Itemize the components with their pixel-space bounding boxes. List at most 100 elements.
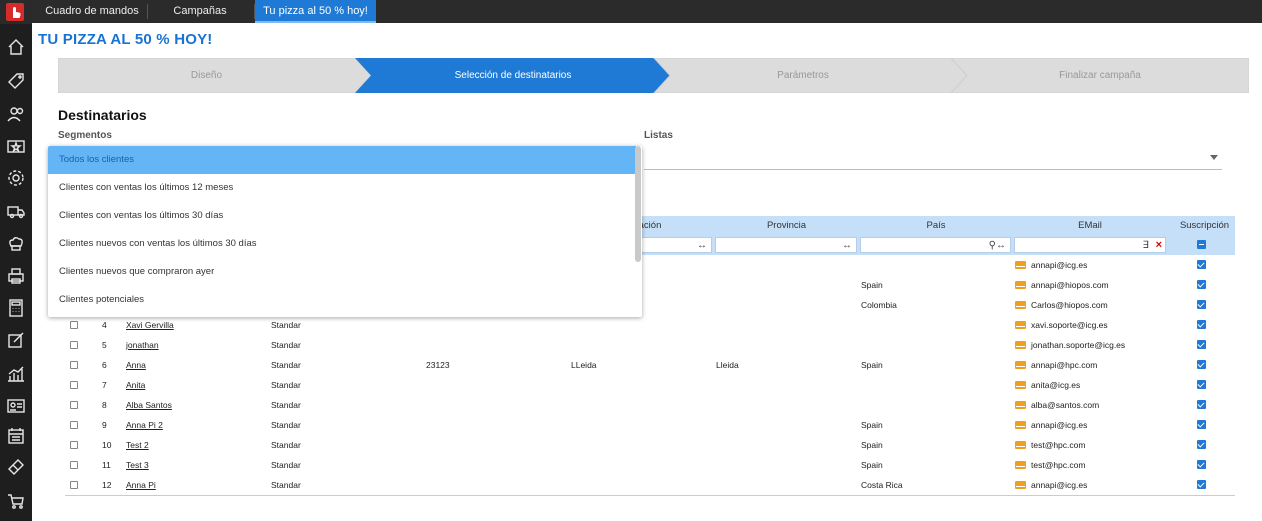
row-checkbox[interactable]	[70, 381, 78, 389]
subscription-checkbox[interactable]	[1197, 400, 1206, 409]
cart-icon[interactable]	[6, 491, 26, 511]
dropdown-option[interactable]: Clientes con ventas los últimos 12 meses	[48, 174, 636, 202]
edit-icon[interactable]	[6, 330, 26, 350]
email-cell: annapi@icg.es	[1031, 420, 1088, 430]
id-card-icon[interactable]	[6, 396, 26, 416]
email-cell: test@hpc.com	[1031, 440, 1086, 450]
table-row[interactable]: 9 Anna Pi 2 Standar Spain annapi@icg.es	[65, 415, 1235, 435]
subscription-checkbox[interactable]	[1197, 360, 1206, 369]
grid-header: ación Provincia País EMail Suscripción	[630, 216, 1235, 235]
table-row[interactable]: 12 Anna Pi Standar Costa Rica annapi@icg.es	[65, 475, 1235, 495]
customer-name-link[interactable]: Anna Pi 2	[126, 415, 163, 435]
header-email[interactable]: EMail	[1013, 216, 1167, 235]
row-checkbox[interactable]	[70, 421, 78, 429]
subscription-checkbox[interactable]	[1197, 480, 1206, 489]
tab-cuadro-de-mandos[interactable]: Cuadro de mandos	[42, 0, 142, 23]
dropdown-option[interactable]: Clientes potenciales	[48, 286, 636, 314]
envelope-icon	[1015, 361, 1026, 369]
calendar-icon[interactable]	[6, 426, 26, 446]
provincia-cell: Lleida	[716, 360, 739, 370]
gear-icon[interactable]	[6, 168, 26, 188]
chart-icon[interactable]	[6, 364, 26, 384]
home-icon[interactable]	[6, 37, 26, 57]
page-title: TU PIZZA AL 50 % HOY!	[38, 31, 213, 48]
filter-email[interactable]: ∃ ×	[1014, 237, 1166, 253]
table-row[interactable]: 5 jonathan Standar jonathan.soporte@icg.es	[65, 335, 1235, 355]
filter-poblacion[interactable]: ↔	[632, 237, 712, 253]
tag-icon[interactable]	[6, 71, 26, 91]
subscription-checkbox[interactable]	[1197, 340, 1206, 349]
customer-name-link[interactable]: Test 3	[126, 455, 149, 475]
row-checkbox[interactable]	[70, 361, 78, 369]
table-row[interactable]: 4 Xavi Gervilla Standar xavi.soporte@icg.es	[65, 315, 1235, 335]
table-row[interactable]: 11 Test 3 Standar Spain test@hpc.com	[65, 455, 1235, 475]
select-all-subscription-toggle[interactable]	[1197, 240, 1206, 249]
table-row[interactable]: 8 Alba Santos Standar alba@santos.com	[65, 395, 1235, 415]
app-logo[interactable]	[0, 0, 32, 24]
customer-name-link[interactable]: Test 2	[126, 435, 149, 455]
tab-campanas[interactable]: Campañas	[150, 0, 250, 23]
dropdown-option[interactable]: Clientes con ventas los últimos 30 días	[48, 202, 636, 230]
table-row[interactable]: 10 Test 2 Standar Spain test@hpc.com	[65, 435, 1235, 455]
email-cell: annapi@hpc.com	[1031, 360, 1098, 370]
email-cell: alba@santos.com	[1031, 400, 1100, 410]
row-checkbox[interactable]	[70, 401, 78, 409]
segments-label: Segmentos	[58, 130, 112, 141]
table-row[interactable]: 7 Anita Standar anita@icg.es	[65, 375, 1235, 395]
customer-name-link[interactable]: Xavi Gervilla	[126, 315, 174, 335]
subscription-checkbox[interactable]	[1197, 440, 1206, 449]
customer-name-link[interactable]: Anna Pi	[126, 475, 156, 495]
envelope-icon	[1015, 461, 1026, 469]
dropdown-option[interactable]: Clientes nuevos con ventas los últimos 3…	[48, 230, 636, 258]
dropdown-option[interactable]: Clientes nuevos que compraron ayer	[48, 258, 636, 286]
customer-name-link[interactable]: Anita	[126, 375, 145, 395]
customer-name-link[interactable]: Alba Santos	[126, 395, 172, 415]
subscription-checkbox[interactable]	[1197, 300, 1206, 309]
customer-name-link[interactable]: Anna	[126, 355, 146, 375]
subscription-checkbox[interactable]	[1197, 260, 1206, 269]
header-provincia[interactable]: Provincia	[714, 216, 859, 235]
grid-bottom-border	[65, 495, 1235, 496]
envelope-icon	[1015, 261, 1026, 269]
filter-provincia[interactable]: ↔	[715, 237, 857, 253]
subscription-checkbox[interactable]	[1197, 460, 1206, 469]
section-title: Destinatarios	[58, 107, 147, 123]
row-checkbox[interactable]	[70, 341, 78, 349]
dropdown-option[interactable]: Todos los clientes	[48, 146, 636, 174]
wizard-step-seleccion[interactable]: Selección de destinatarios	[363, 58, 663, 93]
row-checkbox[interactable]	[70, 461, 78, 469]
clear-filter-icon[interactable]: ×	[1156, 238, 1162, 252]
star-ticket-icon[interactable]	[6, 136, 26, 156]
lists-select[interactable]	[644, 148, 1222, 170]
filter-pais[interactable]: ⚲↔	[860, 237, 1011, 253]
row-checkbox[interactable]	[70, 481, 78, 489]
pais-cell: Spain	[861, 280, 883, 290]
row-checkbox[interactable]	[70, 321, 78, 329]
chef-hat-icon[interactable]	[6, 234, 26, 254]
subscription-checkbox[interactable]	[1197, 420, 1206, 429]
customer-name-link[interactable]: jonathan	[126, 335, 159, 355]
users-icon[interactable]	[6, 104, 26, 124]
subscription-checkbox[interactable]	[1197, 280, 1206, 289]
ticket-icon[interactable]	[6, 457, 26, 477]
envelope-icon	[1015, 421, 1026, 429]
segments-dropdown[interactable]: Clientes potenciales Clientes nuevos que …	[48, 146, 642, 317]
calculator-icon[interactable]	[6, 298, 26, 318]
table-row[interactable]: 6 Anna Standar 23123 LLeida Lleida Spain annapi…	[65, 355, 1235, 375]
subscription-checkbox[interactable]	[1197, 380, 1206, 389]
subscription-checkbox[interactable]	[1197, 320, 1206, 329]
envelope-icon	[1015, 381, 1026, 389]
truck-icon[interactable]	[6, 201, 26, 221]
dropdown-scrollbar[interactable]	[635, 146, 641, 262]
header-pais[interactable]: País	[859, 216, 1013, 235]
pais-cell: Spain	[861, 420, 883, 430]
header-suscripcion[interactable]: Suscripción	[1174, 216, 1235, 235]
wizard-step-parametros[interactable]: Parámetros	[658, 58, 948, 93]
row-checkbox[interactable]	[70, 441, 78, 449]
printer-icon[interactable]	[6, 266, 26, 286]
wizard-step-finalizar[interactable]: Finalizar campaña	[951, 58, 1249, 93]
email-cell: annapi@icg.es	[1031, 480, 1088, 490]
row-number: 12	[102, 480, 112, 490]
wizard-step-diseno[interactable]: Diseño	[58, 58, 355, 93]
tab-tu-pizza[interactable]: Tu pizza al 50 % hoy!	[255, 0, 376, 23]
